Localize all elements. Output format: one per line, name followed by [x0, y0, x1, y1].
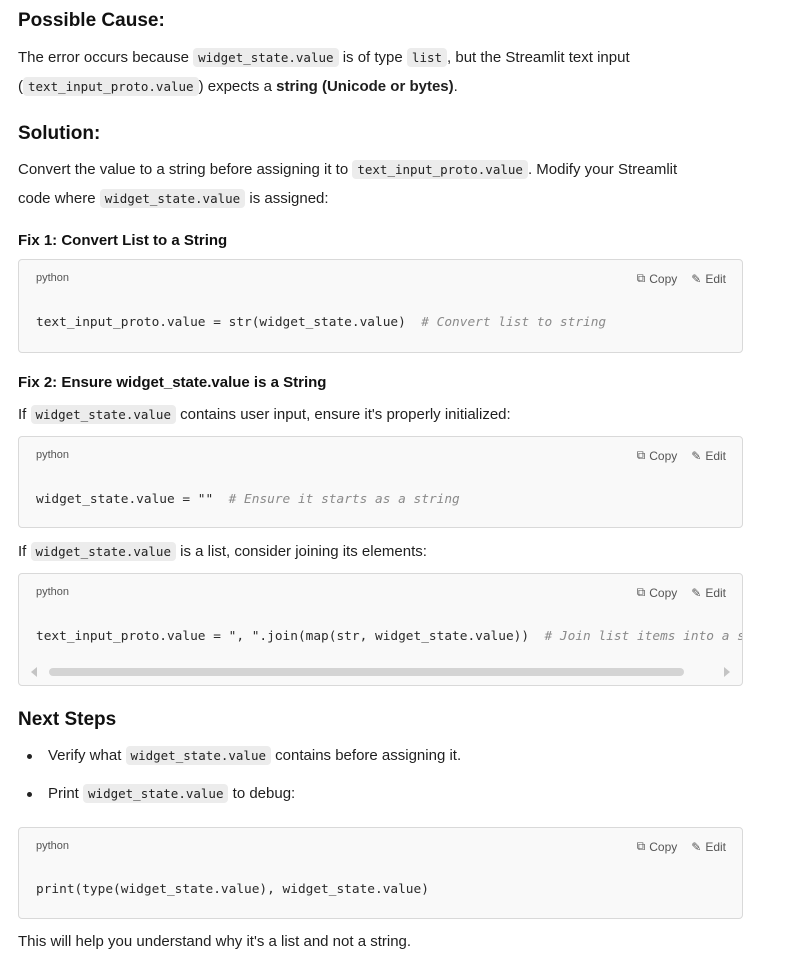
code-language-label: python — [36, 586, 70, 598]
code-block-fix2-join: python ⧉ Copy ✎ Edit text_input_proto.valu… — [18, 573, 743, 686]
edit-button[interactable]: ✎ Edit — [691, 585, 726, 600]
heading-possible-cause: Possible Cause: — [18, 10, 165, 31]
heading-fix2: Fix 2: Ensure widget_state.value is a St… — [18, 374, 327, 391]
copy-icon: ⧉ — [636, 271, 646, 285]
copy-icon: ⧉ — [636, 585, 646, 599]
copy-button[interactable]: ⧉ Copy — [637, 448, 678, 463]
edit-icon: ✎ — [691, 271, 702, 286]
code-language-label: python — [36, 272, 70, 284]
edit-button[interactable]: ✎ Edit — [691, 839, 726, 854]
scroll-right-arrow-icon[interactable] — [724, 667, 730, 677]
code-block-fix1: python ⧉ Copy ✎ Edit text_input_proto.valu… — [18, 259, 743, 353]
inline-code: text_input_proto.value — [352, 160, 528, 179]
inline-code: widget_state.value — [83, 784, 229, 803]
scroll-left-arrow-icon[interactable] — [31, 667, 37, 677]
code-language-label: python — [36, 449, 70, 461]
scrollbar-thumb[interactable] — [49, 668, 684, 676]
list-item: Print widget_state.value to debug: — [18, 780, 758, 808]
code-language-label: python — [36, 840, 70, 852]
edit-icon: ✎ — [691, 839, 702, 854]
code-block-fix2-init: python ⧉ Copy ✎ Edit widget_state.value = … — [18, 436, 743, 528]
inline-code: widget_state.value — [30, 542, 176, 561]
inline-code: widget_state.value — [99, 189, 246, 208]
code-line: text_input_proto.value = ", ".join(map(s… — [36, 629, 742, 644]
closing-text: This will help you understand why it's a… — [18, 933, 412, 950]
solution-line2: code where widget_state.value is assigne… — [18, 189, 329, 208]
heading-fix1: Fix 1: Convert List to a String — [18, 232, 228, 249]
code-line: widget_state.value = "" # Ensure it star… — [36, 492, 460, 507]
edit-icon: ✎ — [691, 585, 702, 600]
heading-solution: Solution: — [18, 123, 101, 144]
edit-button[interactable]: ✎ Edit — [691, 448, 726, 463]
code-line: print(type(widget_state.value), widget_s… — [36, 882, 429, 897]
code-line: text_input_proto.value = str(widget_stat… — [36, 315, 607, 330]
copy-button[interactable]: ⧉ Copy — [637, 585, 678, 600]
inline-code: text_input_proto.value — [23, 77, 199, 96]
inline-code: widget_state.value — [125, 746, 272, 765]
horizontal-scrollbar[interactable] — [31, 667, 730, 677]
next-steps-list: Verify what widget_state.value contains … — [18, 742, 758, 808]
heading-next-steps: Next Steps — [18, 709, 117, 730]
list-item: Verify what widget_state.value contains … — [18, 742, 758, 770]
fix2-para2: If widget_state.value is a list, conside… — [18, 542, 427, 561]
code-block-debug: python ⧉ Copy ✎ Edit print(type(widget_sta… — [18, 827, 743, 919]
copy-icon: ⧉ — [636, 448, 646, 462]
possible-cause-line2: (text_input_proto.value) expects a strin… — [18, 77, 458, 96]
possible-cause-line1: The error occurs because widget_state.va… — [18, 48, 630, 67]
inline-code: list — [406, 48, 448, 67]
copy-icon: ⧉ — [636, 839, 646, 853]
copy-button[interactable]: ⧉ Copy — [637, 271, 678, 286]
solution-line1: Convert the value to a string before ass… — [18, 160, 678, 179]
copy-button[interactable]: ⧉ Copy — [637, 839, 678, 854]
fix2-para1: If widget_state.value contains user inpu… — [18, 405, 511, 424]
inline-code: widget_state.value — [193, 48, 339, 67]
inline-code: widget_state.value — [30, 405, 176, 424]
edit-icon: ✎ — [691, 448, 702, 463]
edit-button[interactable]: ✎ Edit — [691, 271, 726, 286]
